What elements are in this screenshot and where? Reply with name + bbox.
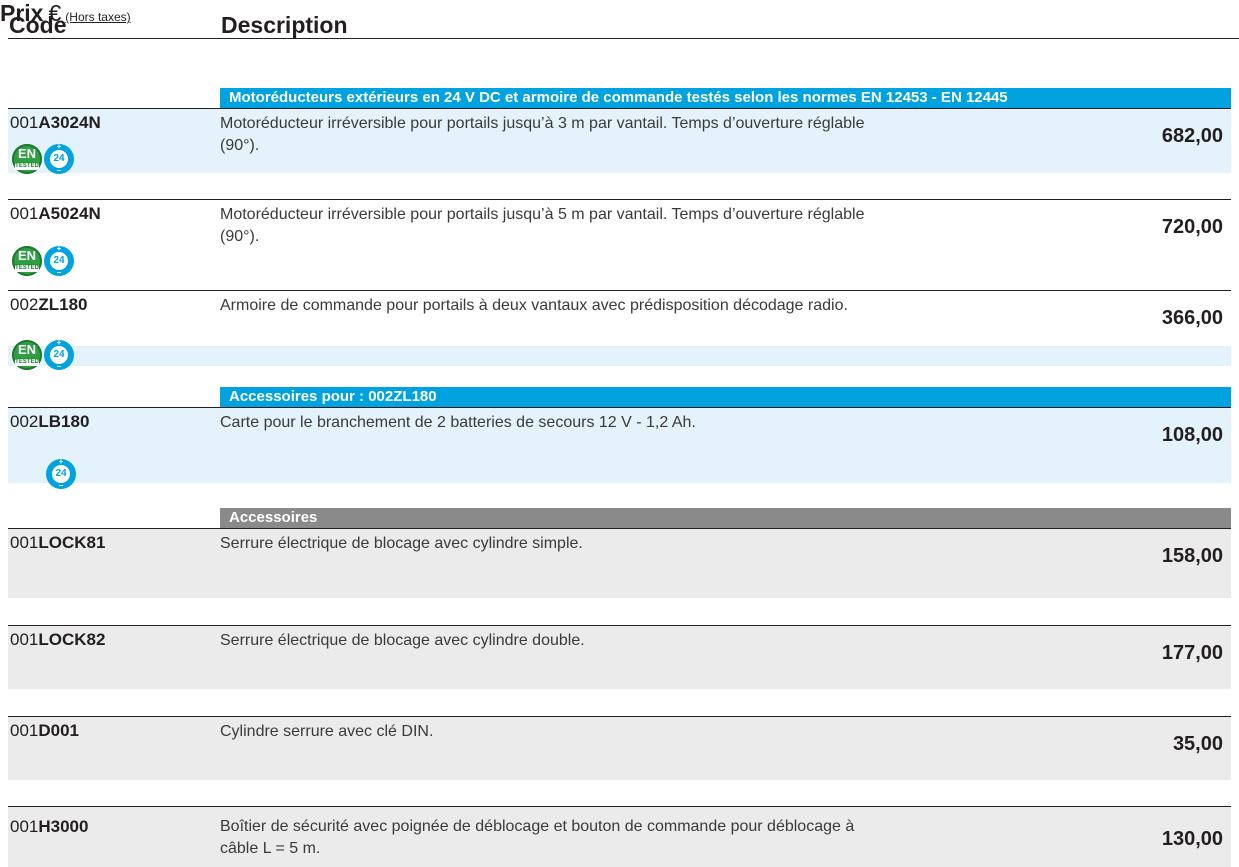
row-divider [8, 290, 1231, 291]
table-header: Code Description Prix € (Hors taxes) [0, 0, 1239, 40]
section-header-accessories-zl180: Accessoires pour : 002ZL180 [220, 387, 1231, 407]
product-price: 130,00 [1161, 828, 1223, 850]
header-divider [8, 38, 1239, 39]
product-description: Serrure électrique de blocage avec cylin… [220, 632, 585, 649]
row-background [8, 346, 1231, 366]
product-price: 158,00 [1161, 545, 1223, 567]
product-code: 001LOCK81 [10, 533, 106, 552]
table-row: 001D001 Cylindre serrure avec clé DIN. 3… [8, 716, 1231, 780]
en-tested-icon: EN TESTED [12, 340, 42, 370]
certification-icons: +24− [46, 457, 76, 490]
product-description: Motoréducteur irréversible pour portails… [220, 115, 865, 154]
product-code: 001D001 [10, 721, 80, 740]
product-description: Armoire de commande pour portails à deux… [220, 297, 848, 314]
section-header-motors: Motoréducteurs extérieurs en 24 V DC et … [220, 88, 1231, 108]
24v-icon: +24− [46, 457, 76, 490]
table-row: 001LOCK82 Serrure électrique de blocage … [8, 625, 1231, 689]
certification-icons: EN TESTED +24− [12, 244, 74, 277]
product-code: 001LOCK82 [10, 630, 106, 649]
24v-icon: +24− [44, 338, 74, 371]
product-price: 177,00 [1161, 642, 1223, 664]
24v-icon: +24− [44, 244, 74, 277]
en-tested-icon: EN TESTED [12, 144, 42, 174]
en-tested-icon: EN TESTED [12, 246, 42, 276]
table-row: 001A3024N Motoréducteur irréversible pou… [8, 108, 1231, 175]
product-code: 001H3000 [10, 817, 89, 836]
product-code: 002LB180 [10, 412, 90, 431]
product-description: Motoréducteur irréversible pour portails… [220, 206, 865, 245]
product-description: Serrure électrique de blocage avec cylin… [220, 535, 583, 552]
product-description: Cylindre serrure avec clé DIN. [220, 723, 434, 740]
code-column-header: Code [9, 12, 67, 38]
product-price: 35,00 [1172, 733, 1223, 755]
price-column-header: Prix € (Hors taxes) [0, 0, 1239, 27]
product-price: 366,00 [1161, 307, 1223, 329]
table-row: 001LOCK81 Serrure électrique de blocage … [8, 528, 1231, 598]
tax-note: (Hors taxes) [65, 10, 131, 24]
table-row: 002LB180 Carte pour le branchement de 2 … [8, 407, 1231, 491]
certification-icons: EN TESTED +24− [12, 142, 74, 175]
section-header-accessories: Accessoires [220, 508, 1231, 528]
product-code: 001A5024N [10, 204, 101, 223]
description-column-header: Description [221, 12, 348, 38]
certification-icons: EN TESTED +24− [12, 338, 74, 371]
product-price: 682,00 [1161, 125, 1223, 147]
table-row: 002ZL180 Armoire de commande pour portai… [8, 290, 1231, 378]
product-price: 108,00 [1161, 424, 1223, 446]
product-code: 001A3024N [10, 113, 101, 132]
table-row: 001H3000 Boîtier de sécurité avec poigné… [8, 806, 1231, 867]
24v-icon: +24− [44, 142, 74, 175]
table-row: 001A5024N Motoréducteur irréversible pou… [8, 199, 1231, 277]
product-code: 002ZL180 [10, 295, 88, 314]
row-divider [8, 199, 1231, 200]
product-description: Boîtier de sécurité avec poignée de débl… [220, 818, 855, 857]
product-price: 720,00 [1161, 216, 1223, 238]
product-description: Carte pour le branchement de 2 batteries… [220, 414, 696, 431]
